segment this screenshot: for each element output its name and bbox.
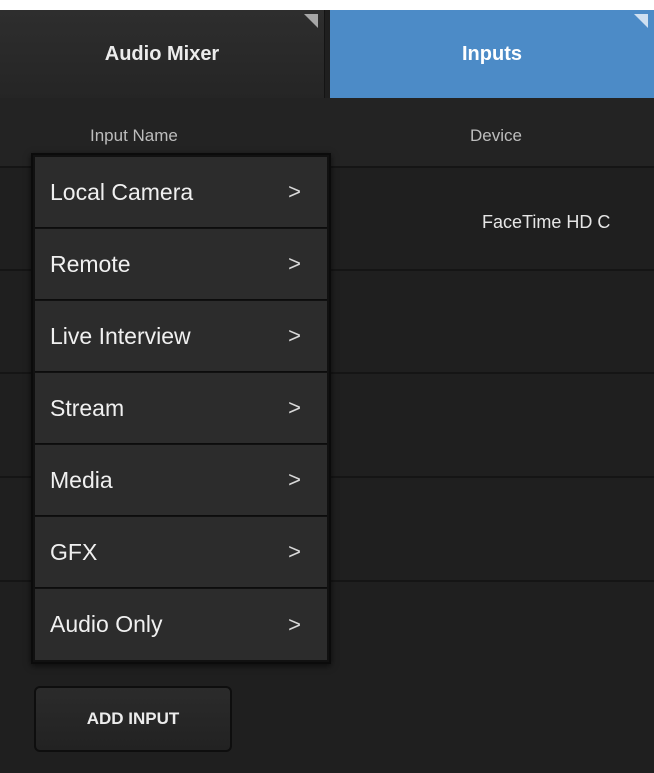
menu-item-stream[interactable]: Stream > [35, 373, 327, 444]
inputs-panel: Audio Mixer Inputs Input Name Device Fac… [0, 10, 654, 773]
menu-item-audio-only[interactable]: Audio Only > [35, 589, 327, 660]
chevron-right-icon: > [288, 323, 301, 348]
menu-item-remote[interactable]: Remote > [35, 229, 327, 300]
row-device-name: FaceTime HD C [482, 212, 611, 232]
column-header-input-name: Input Name [90, 126, 178, 145]
menu-item-media[interactable]: Media > [35, 445, 327, 516]
chevron-right-icon: > [288, 467, 301, 492]
menu-item-label: Media [50, 466, 113, 493]
menu-item-label: Remote [50, 250, 131, 277]
menu-item-local-camera[interactable]: Local Camera > [35, 157, 327, 228]
chevron-right-icon: > [288, 395, 301, 420]
chevron-right-icon: > [288, 539, 301, 564]
chevron-right-icon: > [288, 251, 301, 276]
tab-audio-mixer-label: Audio Mixer [104, 42, 220, 65]
tab-inputs[interactable]: Inputs [330, 10, 654, 98]
menu-item-label: Live Interview [50, 322, 191, 349]
chevron-right-icon: > [288, 611, 301, 637]
chevron-right-icon: > [288, 179, 301, 204]
add-input-button[interactable]: ADD INPUT [34, 686, 232, 752]
menu-item-gfx[interactable]: GFX > [35, 517, 327, 588]
menu-item-label: Local Camera [50, 178, 194, 205]
column-header-device: Device [470, 126, 522, 145]
menu-item-live-interview[interactable]: Live Interview > [35, 301, 327, 372]
menu-item-label: Audio Only [50, 611, 163, 637]
tab-corner-indicator-icon [634, 14, 648, 28]
tab-corner-indicator-icon [304, 14, 318, 28]
tab-audio-mixer[interactable]: Audio Mixer [0, 10, 325, 98]
menu-item-label: GFX [50, 538, 98, 565]
tab-inputs-label: Inputs [462, 42, 522, 65]
menu-item-label: Stream [50, 394, 125, 421]
add-input-type-menu: Local Camera > Remote > Live Interview >… [31, 153, 331, 664]
